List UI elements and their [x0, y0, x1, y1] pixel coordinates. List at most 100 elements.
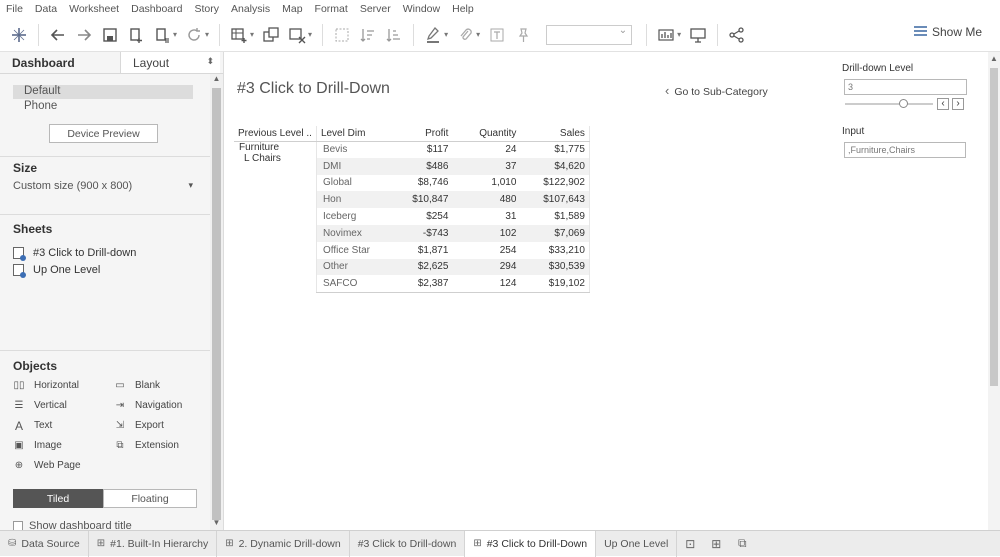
object-horizontal[interactable]: ▯▯ Horizontal	[13, 380, 79, 391]
table-cell[interactable]: $33,210	[520, 241, 590, 259]
group-members-icon[interactable]	[454, 23, 476, 47]
table-cell[interactable]: $4,620	[520, 157, 590, 175]
menu-help[interactable]: Help	[446, 3, 480, 15]
new-worksheet-icon[interactable]: ⊡	[677, 531, 703, 557]
menu-server[interactable]: Server	[354, 3, 397, 15]
table-cell[interactable]: 1,010	[452, 175, 520, 192]
clear-sheet-icon[interactable]	[286, 23, 308, 47]
sort-ascending-icon[interactable]	[357, 23, 379, 47]
table-cell[interactable]: SAFCO	[315, 275, 387, 293]
tab-layout[interactable]: Layout	[120, 52, 220, 73]
table-cell[interactable]: Iceberg	[315, 208, 387, 225]
table-cell[interactable]: $107,643	[520, 191, 590, 209]
undo-icon[interactable]	[47, 23, 69, 47]
highlight-caret-icon[interactable]: ▾	[444, 30, 448, 39]
duplicate-sheet-icon[interactable]	[260, 23, 282, 47]
device-phone[interactable]: Phone	[13, 100, 193, 114]
menu-dashboard[interactable]: Dashboard	[125, 3, 188, 15]
object-image[interactable]: ▣ Image	[13, 440, 62, 451]
device-preview-button[interactable]: Device Preview	[49, 124, 158, 143]
device-default[interactable]: Default	[13, 85, 193, 99]
table-cell[interactable]: DMI	[315, 157, 387, 175]
column-header-level-dim[interactable]: Level Dim	[315, 126, 387, 142]
table-cell[interactable]: $30,539	[520, 258, 590, 276]
menu-format[interactable]: Format	[309, 3, 354, 15]
table-cell[interactable]: $122,902	[520, 174, 590, 192]
floating-toggle[interactable]: Floating	[103, 489, 197, 508]
table-cell[interactable]: $19,102	[520, 275, 590, 293]
new-dashboard-icon[interactable]: ⊞	[703, 531, 729, 557]
table-cell[interactable]: 31	[452, 208, 520, 225]
cards-caret-icon[interactable]: ▾	[677, 30, 681, 39]
object-vertical[interactable]: ☰ Vertical	[13, 400, 67, 411]
scroll-down-icon[interactable]: ▼	[210, 518, 223, 530]
go-to-sub-category-button[interactable]: Go to Sub-Category	[665, 83, 767, 98]
menu-worksheet[interactable]: Worksheet	[63, 3, 125, 15]
tiled-toggle[interactable]: Tiled	[13, 489, 103, 508]
tab-dashboard[interactable]: Dashboard	[0, 52, 120, 73]
menu-analysis[interactable]: Analysis	[225, 3, 276, 15]
size-select[interactable]: Custom size (900 x 800)	[13, 180, 197, 196]
column-header-sales[interactable]: Sales	[520, 126, 590, 142]
table-cell[interactable]: Bevis	[315, 141, 387, 158]
refresh-caret-icon[interactable]: ▾	[205, 30, 209, 39]
menu-file[interactable]: File	[0, 3, 29, 15]
column-header-previous-level[interactable]: Previous Level ..	[234, 126, 317, 142]
tab-dynamic-drill-down[interactable]: ⊞ 2. Dynamic Drill-down	[217, 530, 350, 557]
menu-story[interactable]: Story	[188, 3, 225, 15]
left-pane-scrollbar[interactable]: ▲ ▼	[210, 74, 223, 530]
table-cell[interactable]: $7,069	[520, 224, 590, 242]
tab-data-source[interactable]: ⛁ Data Source	[0, 530, 89, 557]
table-row[interactable]: Furniture L Chairs Bevis $117 24 $1,775	[234, 141, 590, 164]
menu-map[interactable]: Map	[276, 3, 308, 15]
table-cell[interactable]: Hon	[315, 191, 387, 209]
tab-click-to-drill-down-sheet[interactable]: #3 Click to Drill-down	[350, 530, 466, 557]
drill-down-level-input[interactable]: 3	[844, 79, 967, 95]
pin-icon[interactable]	[512, 23, 534, 47]
scroll-up-icon[interactable]: ▲	[210, 74, 223, 86]
object-navigation[interactable]: ⇥ Navigation	[114, 400, 182, 411]
menu-data[interactable]: Data	[29, 3, 63, 15]
table-cell[interactable]: Novimex	[315, 224, 387, 242]
step-forward-icon[interactable]: ›	[952, 98, 964, 110]
table-cell[interactable]: $117	[386, 141, 452, 158]
pause-updates-icon[interactable]	[151, 23, 173, 47]
sheet-item-click-to-drill-down[interactable]: #3 Click to Drill-down	[13, 247, 136, 261]
object-blank[interactable]: ▭ Blank	[114, 380, 160, 391]
share-icon[interactable]	[726, 23, 748, 47]
table-cell[interactable]: $486	[386, 157, 453, 175]
new-datasource-icon[interactable]	[125, 23, 147, 47]
table-cell[interactable]: $2,387	[386, 275, 453, 293]
object-extension[interactable]: ⧉ Extension	[114, 440, 179, 451]
table-cell[interactable]: $1,871	[386, 242, 452, 259]
table-cell[interactable]: $1,589	[520, 208, 590, 225]
show-cards-icon[interactable]	[655, 23, 677, 47]
column-header-quantity[interactable]: Quantity	[452, 126, 521, 142]
new-worksheet-icon[interactable]	[228, 23, 250, 47]
sheet-item-up-one-level[interactable]: Up One Level	[13, 264, 100, 278]
presentation-mode-icon[interactable]	[687, 23, 709, 47]
table-cell[interactable]: 37	[452, 157, 521, 175]
save-icon[interactable]	[99, 23, 121, 47]
object-export[interactable]: ⇲ Export	[114, 420, 164, 431]
table-cell[interactable]: -$743	[386, 224, 453, 242]
new-story-icon[interactable]: ⧉	[729, 531, 755, 557]
table-cell[interactable]: 294	[452, 258, 521, 276]
object-text[interactable]: A Text	[13, 419, 52, 433]
table-cell[interactable]: 102	[452, 224, 521, 242]
show-me-button[interactable]: Show Me	[913, 25, 982, 39]
canvas-scrollbar[interactable]: ▲	[988, 52, 1000, 530]
group-caret-icon[interactable]: ▾	[476, 30, 480, 39]
table-cell[interactable]: $254	[386, 208, 452, 225]
swap-icon[interactable]	[331, 23, 353, 47]
table-cell[interactable]: $8,746	[386, 175, 452, 192]
refresh-icon[interactable]	[183, 23, 205, 47]
table-cell[interactable]: $2,625	[386, 258, 453, 276]
table-cell[interactable]: Other	[315, 258, 387, 276]
scroll-up-icon[interactable]: ▲	[988, 54, 1000, 63]
table-cell[interactable]: 24	[452, 141, 520, 158]
tab-up-one-level[interactable]: Up One Level	[596, 530, 678, 557]
scroll-thumb[interactable]	[212, 88, 221, 520]
table-cell[interactable]: Global	[315, 174, 387, 192]
tab-click-to-drill-down-dashboard[interactable]: ⊞ #3 Click to Drill-Down	[465, 530, 597, 557]
